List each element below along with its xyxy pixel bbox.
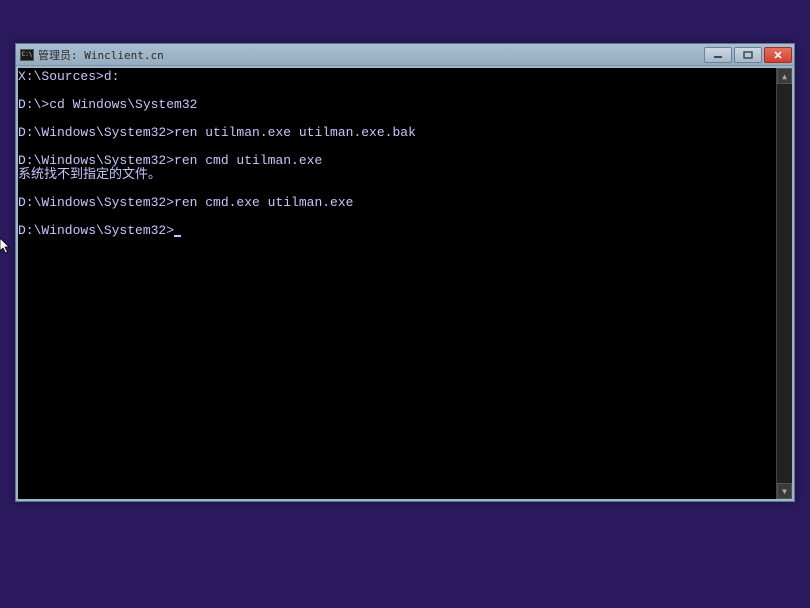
window-title: 管理员: Winclient.cn (38, 47, 704, 63)
terminal-line (18, 182, 776, 196)
terminal-line: 系统找不到指定的文件。 (18, 168, 776, 182)
console-area: X:\Sources>d: D:\>cd Windows\System32 D:\W… (18, 68, 792, 499)
terminal-line: D:\Windows\System32> (18, 224, 776, 238)
cmd-icon: C:\ (20, 49, 34, 61)
mouse-cursor (0, 238, 12, 256)
terminal-line: D:\>cd Windows\System32 (18, 98, 776, 112)
scrollbar[interactable]: ▲ ▼ (776, 68, 792, 499)
titlebar[interactable]: C:\ 管理员: Winclient.cn (16, 44, 794, 66)
terminal-line: X:\Sources>d: (18, 70, 776, 84)
scroll-track[interactable] (777, 84, 792, 483)
terminal-line (18, 140, 776, 154)
scroll-down-button[interactable]: ▼ (777, 483, 792, 499)
scroll-up-button[interactable]: ▲ (777, 68, 792, 84)
text-cursor (174, 235, 181, 237)
terminal-line: D:\Windows\System32>ren cmd utilman.exe (18, 154, 776, 168)
terminal-line (18, 84, 776, 98)
terminal-line: D:\Windows\System32>ren cmd.exe utilman.… (18, 196, 776, 210)
maximize-button[interactable] (734, 47, 762, 63)
cmd-window: C:\ 管理员: Winclient.cn X:\Sources>d: D:\>c… (15, 43, 795, 502)
terminal-line (18, 112, 776, 126)
terminal-line (18, 210, 776, 224)
minimize-button[interactable] (704, 47, 732, 63)
window-controls (704, 47, 792, 63)
terminal-output[interactable]: X:\Sources>d: D:\>cd Windows\System32 D:\W… (18, 68, 776, 499)
close-button[interactable] (764, 47, 792, 63)
terminal-line: D:\Windows\System32>ren utilman.exe util… (18, 126, 776, 140)
